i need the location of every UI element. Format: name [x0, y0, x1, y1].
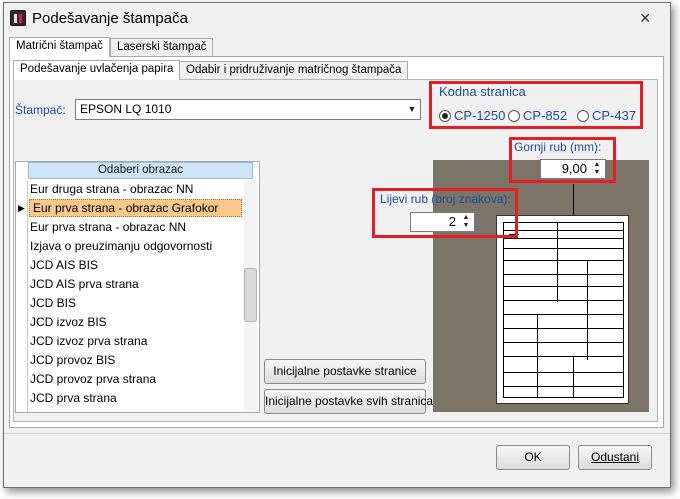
tab-matrix-printer[interactable]: Matrični štampač	[9, 37, 110, 57]
tab-select-matrix-printer[interactable]: Odabir i pridruživanje matričnog štampač…	[179, 61, 409, 80]
row-selector[interactable]	[16, 256, 28, 275]
window-title: Podešavanje štampača	[32, 10, 188, 27]
spin-down-icon[interactable]: ▼	[590, 169, 604, 177]
list-item-label: Eur prva strana - obrazac NN	[30, 220, 187, 234]
tab-paper-feed-settings[interactable]: Podešavanje uvlačenja papira	[13, 60, 181, 80]
chevron-down-icon[interactable]: ▼	[404, 100, 420, 119]
tab-laser-printer[interactable]: Laserski štampač	[110, 38, 214, 57]
list-item-label: Eur prva strana - obrazac Grafokor	[29, 199, 242, 217]
radio-cp852-label[interactable]: CP-852	[523, 108, 567, 123]
row-selector[interactable]	[16, 313, 28, 332]
list-item-label: JCD prva strana	[30, 391, 117, 405]
list-item-label: JCD izvoz BIS	[30, 315, 107, 329]
row-selector[interactable]	[16, 275, 28, 294]
top-margin-guide	[573, 184, 574, 216]
list-item[interactable]: Izjava o preuzimanju odgovornosti	[16, 237, 246, 256]
spin-up-icon[interactable]: ▲	[459, 214, 473, 222]
list-item-label: JCD AIS prva strana	[30, 277, 139, 291]
list-item[interactable]: JCD AIS BIS	[16, 256, 246, 275]
radio-cp1250-label[interactable]: CP-1250	[454, 108, 505, 123]
spinner-arrows-icon[interactable]: ▲ ▼	[590, 161, 604, 177]
radio-cp437-label[interactable]: CP-437	[592, 108, 636, 123]
list-item[interactable]: JCD izvoz BIS	[16, 313, 246, 332]
printer-select[interactable]: EPSON LQ 1010 ▼	[75, 99, 421, 120]
printer-select-value: EPSON LQ 1010	[80, 102, 172, 116]
scrollbar-thumb[interactable]	[244, 268, 257, 322]
spinner-arrows-icon[interactable]: ▲ ▼	[459, 214, 473, 230]
row-selector[interactable]	[16, 408, 28, 412]
top-margin-value: 9,00	[561, 161, 587, 176]
list-item-label: Eur druga strana - obrazac NN	[30, 182, 194, 196]
title-bar: Podešavanje štampača ✕	[4, 3, 670, 33]
radio-cp1250[interactable]	[439, 110, 451, 122]
list-item[interactable]: Eur druga strana - obrazac NN	[16, 180, 246, 199]
row-selector[interactable]	[16, 294, 28, 313]
top-margin-label: Gornji rub (mm):	[514, 140, 602, 154]
spin-up-icon[interactable]: ▲	[590, 161, 604, 169]
row-selector[interactable]: ▶	[16, 199, 28, 218]
list-item[interactable]: ▶ Eur prva strana - obrazac Grafokor	[16, 199, 246, 218]
list-item[interactable]: JCD izvoz prva strana	[16, 332, 246, 351]
footer-divider	[4, 433, 670, 434]
list-item-label: JCD provoz BIS	[30, 353, 116, 367]
printer-app-icon	[10, 10, 26, 26]
list-item-label: JCD uvoz BIS	[30, 408, 105, 412]
printer-label: Štampač:	[15, 103, 66, 117]
row-selector[interactable]	[16, 332, 28, 351]
left-margin-value: 2	[448, 214, 456, 229]
init-all-pages-settings-button[interactable]: Inicijalne postavke svih stranica	[264, 389, 433, 414]
row-selector[interactable]	[16, 370, 28, 389]
left-margin-label: Lijevi rub (broj znakova):	[380, 192, 511, 206]
close-icon[interactable]: ✕	[639, 10, 651, 27]
list-item-label: Izjava o preuzimanju odgovornosti	[30, 239, 213, 253]
list-item[interactable]: JCD prva strana	[16, 389, 246, 408]
row-selector[interactable]	[16, 180, 28, 199]
form-list-header[interactable]: Odaberi obrazac	[28, 162, 253, 179]
list-item-label: JCD AIS BIS	[30, 258, 99, 272]
form-list-scrollbar[interactable]	[244, 180, 257, 412]
list-item-label: JCD izvoz prva strana	[30, 334, 148, 348]
codepage-label: Kodna stranica	[439, 84, 526, 99]
list-item-label: JCD provoz prva strana	[30, 372, 157, 386]
radio-cp437[interactable]	[577, 110, 589, 122]
list-item-label: JCD BIS	[30, 296, 77, 310]
list-item[interactable]: JCD provoz BIS	[16, 351, 246, 370]
form-list-grid[interactable]: Odaberi obrazac Eur druga strana - obraz…	[15, 161, 260, 413]
list-item[interactable]: JCD uvoz BIS	[16, 408, 246, 412]
row-selector[interactable]	[16, 237, 28, 256]
list-item[interactable]: Eur prva strana - obrazac NN	[16, 218, 246, 237]
init-page-settings-button[interactable]: Inicijalne postavke stranice	[264, 359, 426, 384]
row-selector[interactable]	[16, 218, 28, 237]
printer-settings-dialog: Podešavanje štampača ✕ Matrični štampač …	[3, 2, 671, 488]
row-selector[interactable]	[16, 351, 28, 370]
form-paper-preview	[496, 215, 629, 404]
cancel-button[interactable]: Odustani	[578, 445, 652, 470]
list-item[interactable]: JCD AIS prva strana	[16, 275, 246, 294]
list-item[interactable]: JCD provoz prva strana	[16, 370, 246, 389]
row-selector[interactable]	[16, 389, 28, 408]
ok-button[interactable]: OK	[496, 445, 570, 470]
radio-cp852[interactable]	[508, 110, 520, 122]
left-margin-spinner[interactable]: 2 ▲ ▼	[410, 212, 475, 232]
top-margin-spinner[interactable]: 9,00 ▲ ▼	[540, 159, 606, 179]
spin-down-icon[interactable]: ▼	[459, 222, 473, 230]
list-item[interactable]: JCD BIS	[16, 294, 246, 313]
